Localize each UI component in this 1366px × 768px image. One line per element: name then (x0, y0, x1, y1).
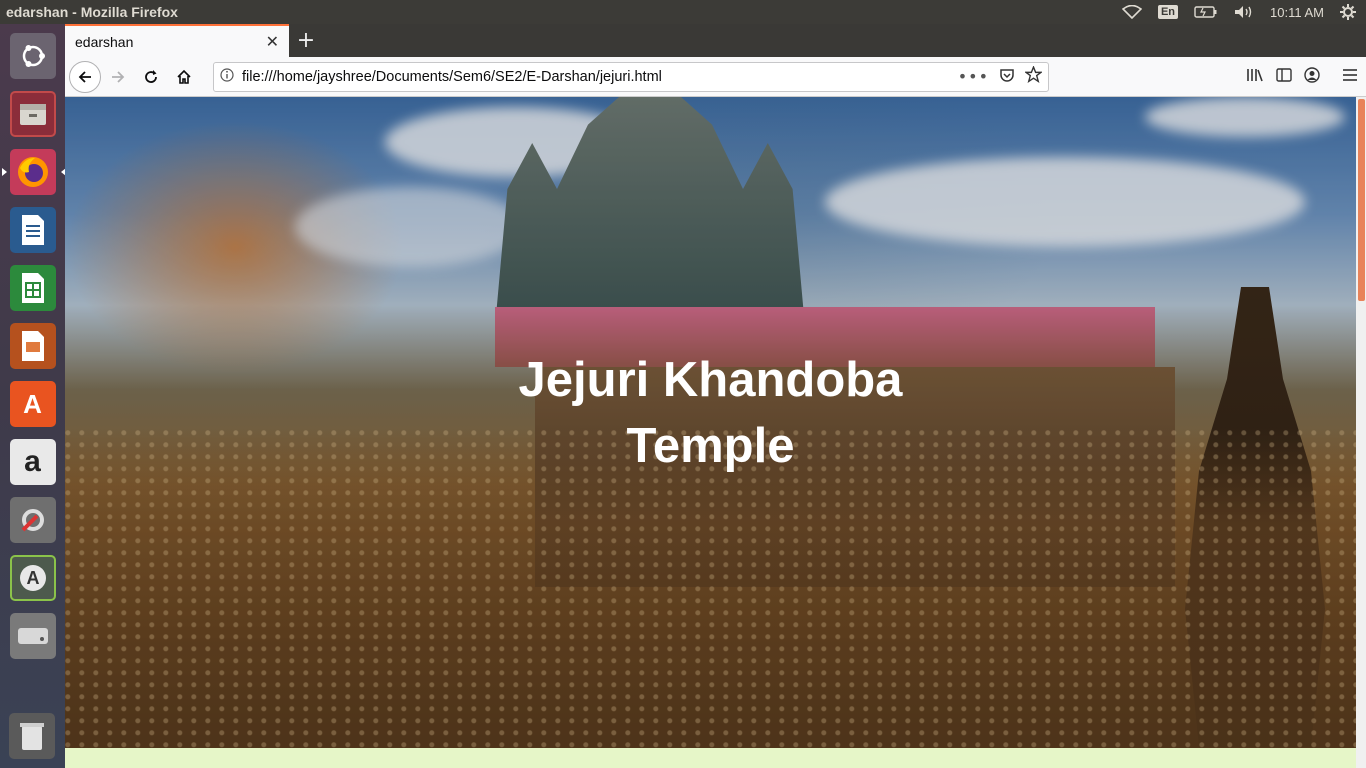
unity-launcher: A a A (0, 24, 66, 768)
keyboard-layout-indicator[interactable]: En (1157, 5, 1179, 19)
libreoffice-writer-icon[interactable] (7, 204, 59, 256)
tab-edarshan[interactable]: edarshan ✕ (65, 24, 289, 57)
clock[interactable]: 10:11 AM (1270, 5, 1324, 20)
more-actions-icon[interactable]: ••• (958, 67, 989, 86)
running-indicator (1, 168, 7, 176)
forward-icon[interactable] (102, 61, 134, 93)
system-tray: En 10:11 AM (1121, 4, 1366, 20)
home-icon[interactable] (168, 61, 200, 93)
system-settings-icon[interactable] (7, 494, 59, 546)
libreoffice-calc-icon[interactable] (7, 262, 59, 314)
window-title: edarshan - Mozilla Firefox (6, 4, 178, 20)
pocket-icon[interactable] (999, 67, 1015, 87)
sidebar-icon[interactable] (1276, 67, 1292, 86)
wifi-icon[interactable] (1121, 5, 1142, 19)
trash-icon[interactable] (6, 710, 58, 762)
ubuntu-dash-icon[interactable] (7, 30, 59, 82)
amazon-icon[interactable]: a (7, 436, 59, 488)
firefox-icon[interactable] (1, 146, 66, 198)
close-tab-icon[interactable]: ✕ (266, 32, 279, 51)
vertical-scrollbar[interactable] (1356, 97, 1366, 768)
software-updater-icon[interactable]: A (7, 552, 59, 604)
hero-banner: Jejuri Khandoba Temple (65, 97, 1356, 748)
back-icon[interactable] (69, 60, 101, 93)
url-text[interactable]: file:///home/jayshree/Documents/Sem6/SE2… (242, 69, 662, 85)
hero-title-line1: Jejuri Khandoba (518, 353, 903, 407)
info-icon[interactable] (220, 67, 234, 86)
firefox-window: edarshan ✕ + file:///home/jayshree/Docum… (65, 24, 1366, 768)
svg-text:A: A (26, 568, 39, 588)
volume-icon[interactable] (1234, 5, 1254, 19)
battery-icon[interactable] (1194, 6, 1218, 18)
account-icon[interactable] (1304, 66, 1320, 87)
new-tab-button[interactable]: + (289, 24, 323, 57)
libreoffice-impress-icon[interactable] (7, 320, 59, 372)
files-icon[interactable] (7, 88, 59, 140)
tab-title: edarshan (75, 33, 134, 50)
hero-title: Jejuri Khandoba Temple (65, 347, 1356, 479)
disk-icon[interactable] (7, 610, 59, 662)
tab-strip: edarshan ✕ + (65, 24, 1366, 57)
nav-bar: file:///home/jayshree/Documents/Sem6/SE2… (65, 57, 1366, 97)
reload-icon[interactable] (135, 61, 167, 93)
menu-icon[interactable] (1342, 67, 1358, 86)
section-strip (65, 748, 1356, 768)
ubuntu-software-icon[interactable]: A (7, 378, 59, 430)
scrollbar-thumb[interactable] (1358, 99, 1365, 301)
bookmark-star-icon[interactable] (1023, 65, 1044, 87)
page-viewport: Jejuri Khandoba Temple (65, 97, 1366, 768)
os-top-panel: edarshan - Mozilla Firefox En 10:11 AM (0, 0, 1366, 24)
settings-gear-icon[interactable] (1340, 4, 1356, 20)
hero-title-line2: Temple (626, 419, 795, 473)
library-icon[interactable] (1246, 67, 1264, 87)
url-bar[interactable]: file:///home/jayshree/Documents/Sem6/SE2… (213, 61, 1049, 92)
